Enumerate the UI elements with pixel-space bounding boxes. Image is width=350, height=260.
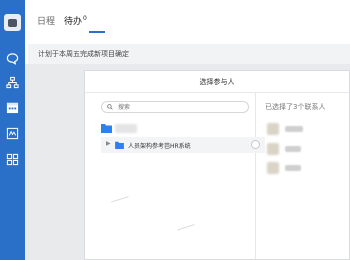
- active-tab-indicator: [89, 31, 105, 33]
- department-label: 人员架构参考芭HR系统: [128, 143, 191, 150]
- department-row[interactable]: ▶ 人员架构参考芭HR系统: [101, 137, 265, 153]
- selected-contact-avatar: [267, 143, 279, 155]
- dialog-column-divider: [255, 93, 256, 259]
- search-input[interactable]: [118, 102, 238, 112]
- watermark: ━━━━━━: [176, 222, 196, 234]
- select-participants-dialog: 选择参与人 ▶ 人员架构参考芭HR系统 已选择了3个联系人 ━━━━━━ ━━━…: [84, 70, 350, 260]
- selected-contact-avatar: [267, 162, 279, 174]
- task-item[interactable]: 计划于本周五完成新项目确定: [28, 44, 350, 64]
- dialog-header-divider: [85, 92, 349, 93]
- search-icon: [107, 104, 113, 110]
- folder-icon: [115, 141, 124, 149]
- todo-count-badge: 0: [83, 15, 87, 22]
- apps-icon[interactable]: [6, 153, 19, 166]
- chat-icon[interactable]: [6, 52, 19, 65]
- tab-schedule-label: 日程: [37, 17, 56, 27]
- search-box[interactable]: [101, 101, 249, 113]
- tab-schedule[interactable]: 日程: [37, 14, 55, 27]
- selected-contact-name: [285, 146, 301, 152]
- calendar-icon[interactable]: [6, 101, 19, 114]
- selected-contact-name: [285, 165, 301, 171]
- organization-name-blurred: [115, 124, 137, 133]
- sidebar: [0, 0, 25, 260]
- folder-icon: [101, 124, 112, 133]
- chevron-right-icon[interactable]: ▶: [106, 140, 111, 147]
- avatar[interactable]: [4, 14, 21, 31]
- tab-todo[interactable]: 待办0: [64, 14, 87, 27]
- org-icon[interactable]: [6, 76, 19, 89]
- task-title: 计划于本周五完成新项目确定: [38, 50, 129, 58]
- organization-root[interactable]: [101, 123, 251, 135]
- selected-count-text: 已选择了3个联系人: [265, 103, 326, 111]
- document-icon[interactable]: [6, 127, 19, 140]
- select-radio[interactable]: [251, 140, 260, 149]
- selected-contact-avatar: [267, 123, 279, 135]
- tab-todo-label: 待办: [64, 17, 83, 27]
- selected-contact-name: [285, 126, 303, 132]
- dialog-title: 选择参与人: [199, 78, 235, 86]
- top-nav: 日程 待办0: [25, 0, 350, 40]
- watermark: ━━━━━━: [110, 194, 130, 206]
